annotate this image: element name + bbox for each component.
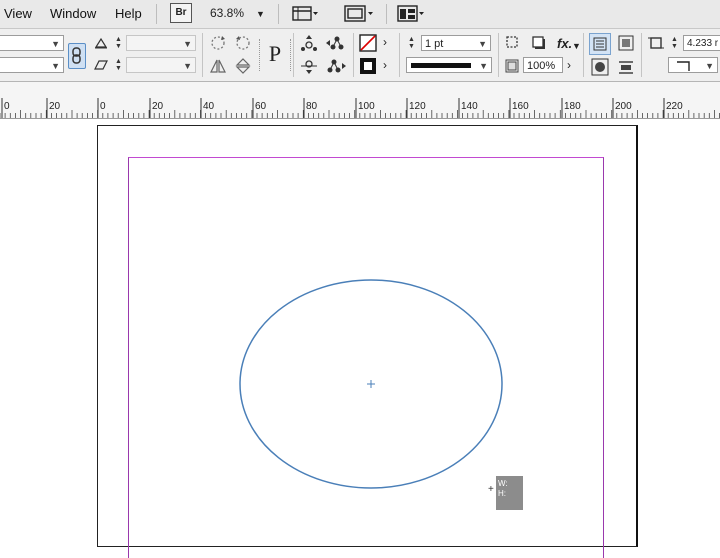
panel-separator bbox=[399, 33, 400, 77]
select-content-icon[interactable] bbox=[299, 57, 319, 78]
tooltip-height-label: H: bbox=[498, 489, 506, 498]
stroke-type-select[interactable]: ▼ bbox=[406, 57, 492, 73]
control-panel: ▼ ▼ ▲ ▼ ▲ ▼ ▼ ▼ P › › ▲ ▼ 1 pt ▼ ▼ fx. ▼… bbox=[0, 29, 720, 82]
panel-separator bbox=[353, 33, 354, 77]
flip-vertical-icon[interactable] bbox=[234, 57, 252, 78]
corner-shape-select[interactable]: ▼ bbox=[668, 57, 718, 73]
menu-help[interactable]: Help bbox=[115, 6, 142, 21]
ruler-label: 40 bbox=[203, 101, 215, 112]
flip-horizontal-icon[interactable] bbox=[209, 57, 227, 78]
stroke-type-preview bbox=[411, 63, 471, 68]
opacity-field[interactable]: 100% bbox=[523, 57, 563, 73]
drop-shadow-none-icon[interactable] bbox=[505, 35, 521, 54]
panel-separator bbox=[498, 33, 499, 77]
menu-separator bbox=[278, 4, 279, 24]
select-container-icon[interactable] bbox=[299, 34, 319, 55]
link-proportions-icon[interactable] bbox=[68, 43, 86, 69]
ellipse-center-point-icon bbox=[367, 380, 375, 388]
ruler-label: 80 bbox=[306, 101, 318, 112]
select-previous-object-icon[interactable] bbox=[325, 34, 347, 55]
ruler-label: 160 bbox=[512, 101, 529, 112]
ruler-label: 0 bbox=[4, 101, 10, 112]
height-field[interactable]: ▼ bbox=[0, 57, 64, 73]
drop-shadow-icon[interactable] bbox=[531, 35, 547, 54]
rotate-angle-field[interactable]: ▼ bbox=[126, 35, 196, 51]
ruler-label: 20 bbox=[49, 101, 61, 112]
reference-value-field[interactable]: 4.233 r bbox=[683, 35, 720, 51]
zoom-level[interactable]: 63.8% bbox=[210, 6, 244, 20]
menu-window[interactable]: Window bbox=[50, 6, 96, 21]
rotate-counterclockwise-icon[interactable] bbox=[234, 34, 252, 55]
width-field[interactable]: ▼ bbox=[0, 35, 64, 51]
stroke-weight-value: 1 pt bbox=[425, 38, 444, 50]
proxy-reference-icon[interactable]: P bbox=[259, 39, 291, 71]
frame-fitting-icon[interactable] bbox=[591, 58, 609, 79]
ruler-label: 140 bbox=[461, 101, 478, 112]
view-options-icon[interactable] bbox=[292, 5, 318, 26]
align-center-icon[interactable] bbox=[617, 58, 635, 79]
reference-point-icon[interactable] bbox=[648, 35, 666, 54]
shear-angle-field[interactable]: ▼ bbox=[126, 57, 196, 73]
menu-bar: View Window Help Br 63.8% ▼ bbox=[0, 0, 720, 29]
ruler-ticks: 0 20 0 20 40 60 80 100 120 140 160 180 200 220 bbox=[0, 98, 720, 118]
stroke-weight-spinner-icon[interactable]: ▲ ▼ bbox=[408, 36, 415, 50]
ruler-label: 100 bbox=[358, 101, 375, 112]
ruler-label: 220 bbox=[666, 101, 683, 112]
select-next-object-icon[interactable] bbox=[325, 57, 347, 78]
panel-separator bbox=[583, 33, 584, 77]
ellipse-shape[interactable] bbox=[236, 277, 508, 491]
stroke-menu-chevron-icon[interactable]: › bbox=[383, 58, 387, 72]
screen-mode-icon[interactable] bbox=[344, 5, 374, 26]
panel-separator bbox=[293, 33, 294, 77]
align-left-frame-icon[interactable] bbox=[589, 33, 611, 55]
text-wrap-icon[interactable] bbox=[617, 34, 635, 55]
shear-spinner-icon[interactable]: ▲ ▼ bbox=[115, 58, 122, 72]
ruler-label: 20 bbox=[152, 101, 164, 112]
bridge-button[interactable]: Br bbox=[170, 3, 192, 23]
rotate-spinner-icon[interactable]: ▲ ▼ bbox=[115, 36, 122, 50]
panel-separator bbox=[641, 33, 642, 77]
document-canvas[interactable]: W: H: + bbox=[0, 119, 720, 558]
fill-menu-chevron-icon[interactable]: › bbox=[383, 35, 387, 49]
opacity-chevron-icon[interactable]: › bbox=[567, 58, 571, 72]
menu-separator bbox=[156, 4, 157, 24]
effects-button[interactable]: fx. bbox=[557, 36, 572, 51]
tooltip-width-label: W: bbox=[498, 479, 508, 488]
ruler-label: 200 bbox=[615, 101, 632, 112]
opacity-value: 100% bbox=[527, 60, 556, 72]
reference-spinner-icon[interactable]: ▲ ▼ bbox=[671, 36, 678, 50]
corner-shape-icon bbox=[677, 61, 690, 71]
dimension-tooltip: W: H: bbox=[496, 476, 523, 510]
zoom-dropdown-icon[interactable]: ▼ bbox=[256, 9, 265, 19]
menu-separator bbox=[386, 4, 387, 24]
effects-dropdown-icon[interactable]: ▼ bbox=[572, 41, 581, 51]
draw-cursor-icon: + bbox=[488, 484, 494, 495]
rotate-clockwise-icon[interactable] bbox=[209, 34, 227, 55]
shear-angle-icon bbox=[94, 37, 108, 52]
opacity-icon bbox=[505, 59, 519, 76]
fill-none-swatch-icon[interactable] bbox=[359, 34, 379, 55]
stroke-swatch-icon[interactable] bbox=[359, 57, 379, 78]
ruler-label: 60 bbox=[255, 101, 267, 112]
reference-value: 4.233 r bbox=[687, 38, 719, 49]
arrange-documents-icon[interactable] bbox=[397, 5, 427, 26]
shear-icon bbox=[94, 59, 108, 74]
ruler-label: 180 bbox=[564, 101, 581, 112]
stroke-weight-field[interactable]: 1 pt ▼ bbox=[421, 35, 491, 51]
horizontal-ruler[interactable]: 0 20 0 20 40 60 80 100 120 140 160 180 200 220 bbox=[0, 82, 720, 119]
panel-separator bbox=[202, 33, 203, 77]
menu-view[interactable]: View bbox=[4, 6, 32, 21]
ruler-label: 120 bbox=[409, 101, 426, 112]
ruler-label: 0 bbox=[100, 101, 106, 112]
